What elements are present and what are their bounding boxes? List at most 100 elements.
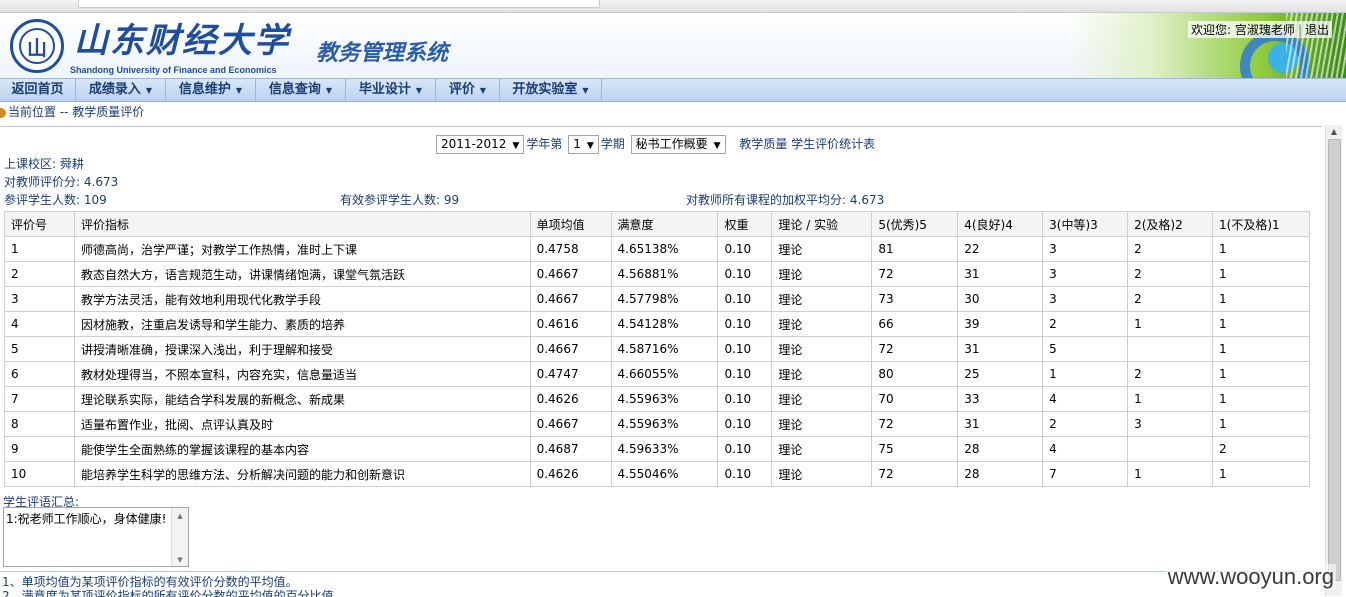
chevron-down-icon: ▼ <box>582 86 589 95</box>
table-row: 7 理论联系实际，能结合学科发展的新概念、新成果 0.4626 4.55963% 0.1… <box>4 386 1310 412</box>
table-row: 8 适量布置作业，批阅、点评认真及时 0.4667 4.55963% 0.10 理论 72 3… <box>4 411 1310 437</box>
column-header: 5(优秀)5 <box>871 211 959 237</box>
table-cell: 1 <box>1212 311 1310 337</box>
table-cell: 2 <box>1212 436 1310 462</box>
column-header: 权重 <box>717 211 773 237</box>
table-cell: 理论 <box>771 436 873 462</box>
stat-table-title: 教学质量 学生评价统计表 <box>739 137 876 151</box>
table-cell: 4.55963% <box>610 386 719 412</box>
term-suffix: 学期 <box>600 137 625 151</box>
table-cell: 1 <box>1127 461 1213 487</box>
nav-info-query[interactable]: 信息查询 ▼ <box>256 79 346 101</box>
nav-grade-entry[interactable]: 成绩录入 ▼ <box>76 79 166 101</box>
column-header: 1(不及格)1 <box>1212 211 1310 237</box>
table-cell: 9 <box>4 436 75 462</box>
table-cell: 5 <box>4 336 75 362</box>
table-cell: 70 <box>871 386 959 412</box>
term-selector-row: 2011-2012 ▼ 学年第 1 ▼ 学期 秘书工作概要 ▼ 教学质量 学生评价统计表 <box>434 135 875 154</box>
table-cell: 2 <box>1127 361 1213 387</box>
table-cell: 理论 <box>771 286 873 312</box>
term-select[interactable]: 1 ▼ <box>568 135 599 154</box>
table-cell: 0.10 <box>717 411 773 437</box>
chevron-down-icon: ▼ <box>145 86 153 95</box>
table-cell: 2 <box>1042 411 1129 437</box>
comments-textarea[interactable]: 1:祝老师工作顺心，身体健康! ▲ ▼ <box>3 507 189 567</box>
table-cell <box>1127 336 1213 362</box>
table-cell: 1 <box>1212 361 1310 387</box>
logout-link[interactable]: 退出 <box>1305 23 1329 37</box>
nav-info-maintenance[interactable]: 信息维护 ▼ <box>166 79 256 101</box>
chevron-down-icon: ▼ <box>713 141 721 151</box>
table-cell: 1 <box>1127 311 1213 337</box>
campus-info: 上课校区: 舜耕 <box>4 157 84 171</box>
table-cell: 能培养学生科学的思维方法、分析解决问题的能力和创新意识 <box>73 461 531 487</box>
table-cell: 1 <box>1042 361 1129 387</box>
table-cell: 1 <box>1212 286 1310 312</box>
breadcrumb: 当前位置 -- 教学质量评价 <box>0 103 144 120</box>
table-cell: 0.10 <box>717 336 773 362</box>
table-cell: 4 <box>4 311 75 337</box>
table-cell: 80 <box>871 361 959 387</box>
table-cell: 教材处理得当，不照本宣科，内容充实，信息量适当 <box>73 361 531 387</box>
table-cell: 教学方法灵活，能有效地利用现代化教学手段 <box>73 286 531 312</box>
table-cell: 0.4626 <box>529 461 612 487</box>
table-cell: 0.10 <box>717 361 773 387</box>
table-cell: 理论 <box>771 311 873 337</box>
table-cell: 3 <box>1042 236 1129 262</box>
table-cell: 2 <box>1127 286 1213 312</box>
table-cell: 2 <box>4 261 75 287</box>
table-cell <box>1127 436 1213 462</box>
breadcrumb-text: 当前位置 -- 教学质量评价 <box>8 105 145 119</box>
location-icon <box>0 107 6 118</box>
table-cell: 0.10 <box>717 286 773 312</box>
scroll-thumb[interactable] <box>1328 139 1341 581</box>
table-cell: 2 <box>1127 236 1213 262</box>
table-cell: 2 <box>1127 261 1213 287</box>
nav-home[interactable]: 返回首页 <box>0 79 76 101</box>
table-row: 5 讲授清晰准确，授课深入浅出，利于理解和接受 0.4667 4.58716% 0.10… <box>4 336 1310 362</box>
table-cell: 师德高尚，治学严谨；对教学工作热情，准时上下课 <box>73 236 531 262</box>
table-cell: 31 <box>957 261 1044 287</box>
year-select[interactable]: 2011-2012 ▼ <box>436 135 525 154</box>
year-suffix: 学年第 <box>526 137 563 151</box>
table-cell: 25 <box>957 361 1044 387</box>
table-cell: 理论联系实际，能结合学科发展的新概念、新成果 <box>73 386 531 412</box>
table-cell: 0.4667 <box>529 411 612 437</box>
scroll-up-icon[interactable]: ▲ <box>1326 125 1342 139</box>
table-cell: 1 <box>4 236 75 262</box>
nav-evaluation[interactable]: 评价 ▼ <box>436 79 500 101</box>
nav-graduation-design[interactable]: 毕业设计 ▼ <box>346 79 436 101</box>
table-cell: 0.4667 <box>529 286 612 312</box>
column-header: 4(良好)4 <box>957 211 1044 237</box>
table-cell: 5 <box>1042 336 1129 362</box>
table-cell: 理论 <box>771 386 873 412</box>
table-cell: 理论 <box>771 461 873 487</box>
system-title: 教务管理系统 <box>316 41 449 66</box>
table-cell: 0.4667 <box>529 336 612 362</box>
welcome-bar: 欢迎您: 宫淑瑰老师 | 退出 <box>1188 21 1332 38</box>
table-cell: 能使学生全面熟练的掌握该课程的基本内容 <box>73 436 531 462</box>
report-select[interactable]: 秘书工作概要 ▼ <box>630 135 726 154</box>
column-header: 2(及格)2 <box>1127 211 1213 237</box>
weighted-average-info: 对教师所有课程的加权平均分: 4.673 <box>686 193 885 207</box>
address-bar[interactable] <box>78 0 600 8</box>
table-cell: 75 <box>871 436 959 462</box>
table-cell: 33 <box>957 386 1044 412</box>
watermark: www.wooyun.org <box>1165 564 1336 590</box>
university-logo <box>10 19 64 73</box>
table-cell: 72 <box>871 411 959 437</box>
table-cell: 7 <box>4 386 75 412</box>
column-header: 理论 / 实验 <box>771 211 873 237</box>
textarea-scrollbar[interactable]: ▲ ▼ <box>171 508 188 566</box>
table-cell: 理论 <box>771 361 873 387</box>
page-scrollbar[interactable]: ▲ <box>1325 125 1342 596</box>
table-cell: 4.55046% <box>610 461 719 487</box>
column-header: 单项均值 <box>529 211 612 237</box>
table-cell: 3 <box>1042 286 1129 312</box>
table-cell: 0.10 <box>717 386 773 412</box>
table-cell: 0.10 <box>717 436 773 462</box>
table-header-row: 评价号 评价指标 单项均值 满意度 权重 理论 / 实验 5(优秀)5 4(良好… <box>4 211 1310 237</box>
column-header: 评价指标 <box>73 211 531 237</box>
nav-open-lab[interactable]: 开放实验室 ▼ <box>500 79 602 101</box>
table-cell: 1 <box>1212 261 1310 287</box>
